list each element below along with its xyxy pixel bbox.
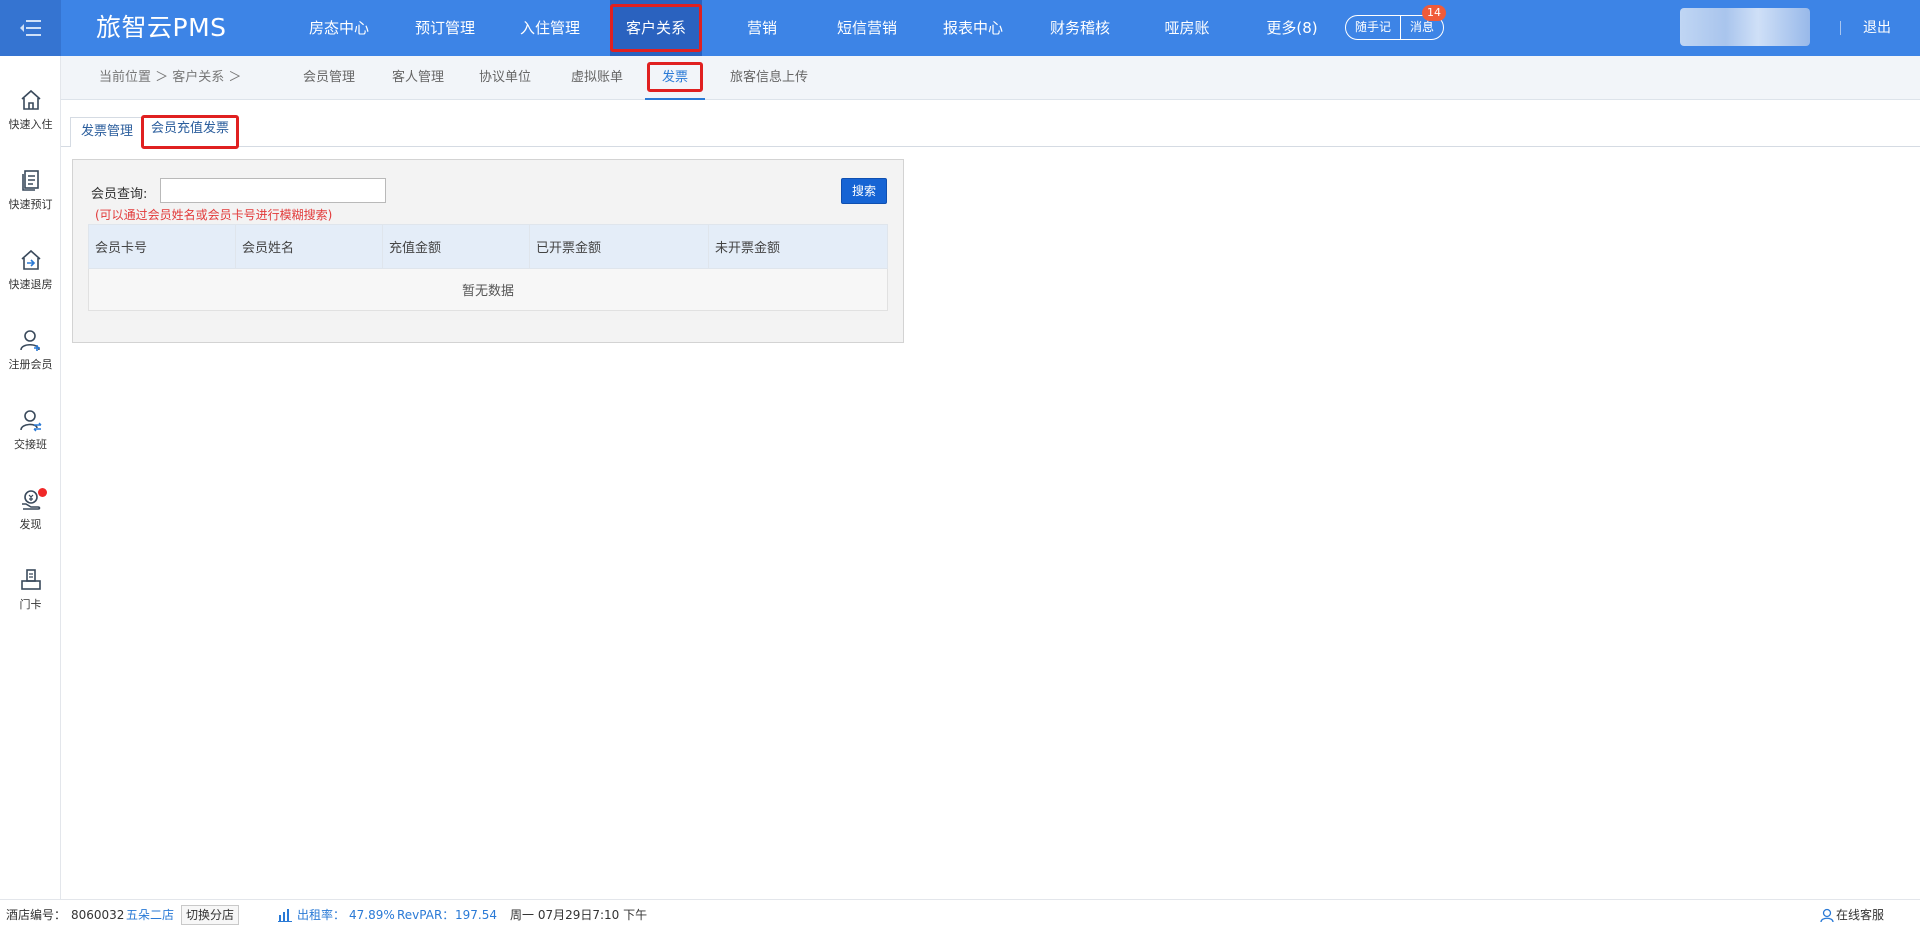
search-hint: (可以通过会员姓名或会员卡号进行模糊搜索) — [95, 208, 333, 222]
sidebar-item-quick-checkout[interactable]: 快速退房 — [0, 248, 61, 312]
hotel-name-link[interactable]: 五朵二店 — [126, 900, 174, 929]
current-datetime: 周一 07月29日7:10 下午 — [510, 908, 648, 922]
divider — [1840, 21, 1841, 35]
subnav-member-management[interactable]: 会员管理 — [297, 56, 361, 100]
support-icon — [1820, 908, 1834, 925]
sidebar-item-shift-handover[interactable]: 交接班 — [0, 408, 61, 472]
subnav-invoice[interactable]: 发票 — [645, 56, 705, 100]
user-avatar[interactable] — [1680, 8, 1810, 46]
column-header-uninvoiced-amount[interactable]: 未开票金额 — [708, 224, 888, 269]
sidebar-item-label: 交接班 — [14, 438, 47, 451]
checkout-icon — [20, 249, 41, 270]
notes-button[interactable]: 随手记 — [1346, 16, 1400, 39]
user-swap-icon — [19, 410, 41, 432]
nav-room-status[interactable]: 房态中心 — [294, 0, 384, 56]
top-bar: 旅智云PMS 房态中心 预订管理 入住管理 客户关系 营销 短信营销 报表中心 … — [0, 0, 1920, 56]
tab-invoice-management[interactable]: 发票管理 — [70, 117, 145, 147]
subnav-invoice-label: 发票 — [661, 70, 688, 85]
sidebar-item-register-member[interactable]: 注册会员 — [0, 328, 61, 392]
menu-toggle-icon[interactable] — [0, 0, 61, 56]
occupancy-label: 出租率： — [297, 908, 346, 922]
column-header-member-name[interactable]: 会员姓名 — [235, 224, 383, 269]
subnav-virtual-bills[interactable]: 虚拟账单 — [565, 56, 629, 100]
nav-dummy-room[interactable]: 哑房账 — [1142, 0, 1232, 56]
sidebar-item-quick-checkin[interactable]: 快速入住 — [0, 88, 61, 152]
nav-finance-audit[interactable]: 财务稽核 — [1035, 0, 1125, 56]
subnav-guest-info-upload[interactable]: 旅客信息上传 — [723, 56, 815, 100]
home-icon — [20, 89, 41, 110]
subnav-agreement-units[interactable]: 协议单位 — [473, 56, 537, 100]
table-row: 暂无数据 — [88, 268, 888, 311]
sidebar: 快速入住 快速预订 快速退房 注册会员 交接班 发现 门卡 — [0, 56, 61, 899]
sidebar-item-label: 快速退房 — [8, 278, 53, 291]
occupancy-value: 47.89% — [349, 908, 395, 922]
tab-member-recharge-invoice-label: 会员充值发票 — [151, 121, 230, 136]
online-support-link[interactable]: 在线客服 — [1836, 900, 1884, 929]
sidebar-item-discover[interactable]: 发现 — [0, 488, 61, 552]
nav-sms-marketing[interactable]: 短信营销 — [822, 0, 912, 56]
member-query-label: 会员查询: — [91, 187, 148, 202]
nav-more[interactable]: 更多(8) — [1247, 0, 1337, 56]
hotel-no: 8060032 — [71, 908, 125, 922]
document-icon — [21, 170, 39, 191]
member-search-input[interactable] — [160, 178, 386, 203]
nav-customer-relations[interactable]: 客户关系 — [610, 0, 702, 56]
recharge-invoice-table: 会员卡号 会员姓名 充值金额 已开票金额 未开票金额 暂无数据 — [88, 224, 888, 311]
user-add-icon — [19, 330, 40, 351]
nav-reservations[interactable]: 预订管理 — [400, 0, 490, 56]
logout-button[interactable]: 退出 — [1863, 0, 1891, 56]
sidebar-item-quick-booking[interactable]: 快速预订 — [0, 168, 61, 232]
sidebar-item-label: 快速预订 — [8, 198, 53, 211]
sidebar-item-label: 发现 — [19, 518, 42, 531]
nav-marketing[interactable]: 营销 — [717, 0, 807, 56]
column-header-card-no[interactable]: 会员卡号 — [88, 224, 236, 269]
card-icon — [20, 569, 41, 590]
nav-checkin[interactable]: 入住管理 — [505, 0, 595, 56]
sub-nav: 当前位置 ＞ 客户关系 ＞ 会员管理 客人管理 协议单位 虚拟账单 发票 旅客信… — [61, 56, 1920, 100]
nav-reports[interactable]: 报表中心 — [928, 0, 1018, 56]
revpar-label: RevPAR： — [397, 908, 455, 922]
revpar-value: 197.54 — [455, 908, 497, 922]
bar-chart-icon — [278, 908, 292, 925]
table-header-row: 会员卡号 会员姓名 充值金额 已开票金额 未开票金额 — [88, 224, 888, 269]
sidebar-item-label: 快速入住 — [8, 118, 53, 131]
subnav-guest-management[interactable]: 客人管理 — [386, 56, 450, 100]
status-bar: 酒店编号： 8060032 五朵二店 切换分店 出租率： 47.89% RevP… — [0, 899, 1920, 929]
sidebar-item-label: 门卡 — [19, 598, 42, 611]
breadcrumb: 当前位置 ＞ 客户关系 ＞ — [99, 70, 242, 85]
app-logo: 旅智云PMS — [96, 13, 227, 42]
messages-badge: 14 — [1422, 5, 1446, 21]
nav-customer-relations-label: 客户关系 — [625, 19, 686, 37]
tabs-divider — [61, 146, 1920, 147]
switch-branch-button[interactable]: 切换分店 — [181, 905, 240, 925]
tab-member-recharge-invoice[interactable]: 会员充值发票 — [141, 115, 239, 149]
search-panel: 会员查询: (可以通过会员姓名或会员卡号进行模糊搜索) 搜索 会员卡号 会员姓名… — [72, 159, 904, 343]
column-header-recharge-amount[interactable]: 充值金额 — [382, 224, 530, 269]
notification-dot — [38, 488, 47, 497]
sidebar-item-door-card[interactable]: 门卡 — [0, 568, 61, 632]
empty-state: 暂无数据 — [88, 268, 888, 311]
sidebar-item-label: 注册会员 — [8, 358, 53, 371]
column-header-invoiced-amount[interactable]: 已开票金额 — [529, 224, 709, 269]
hotel-no-label: 酒店编号： — [6, 908, 67, 922]
search-button[interactable]: 搜索 — [841, 178, 887, 204]
